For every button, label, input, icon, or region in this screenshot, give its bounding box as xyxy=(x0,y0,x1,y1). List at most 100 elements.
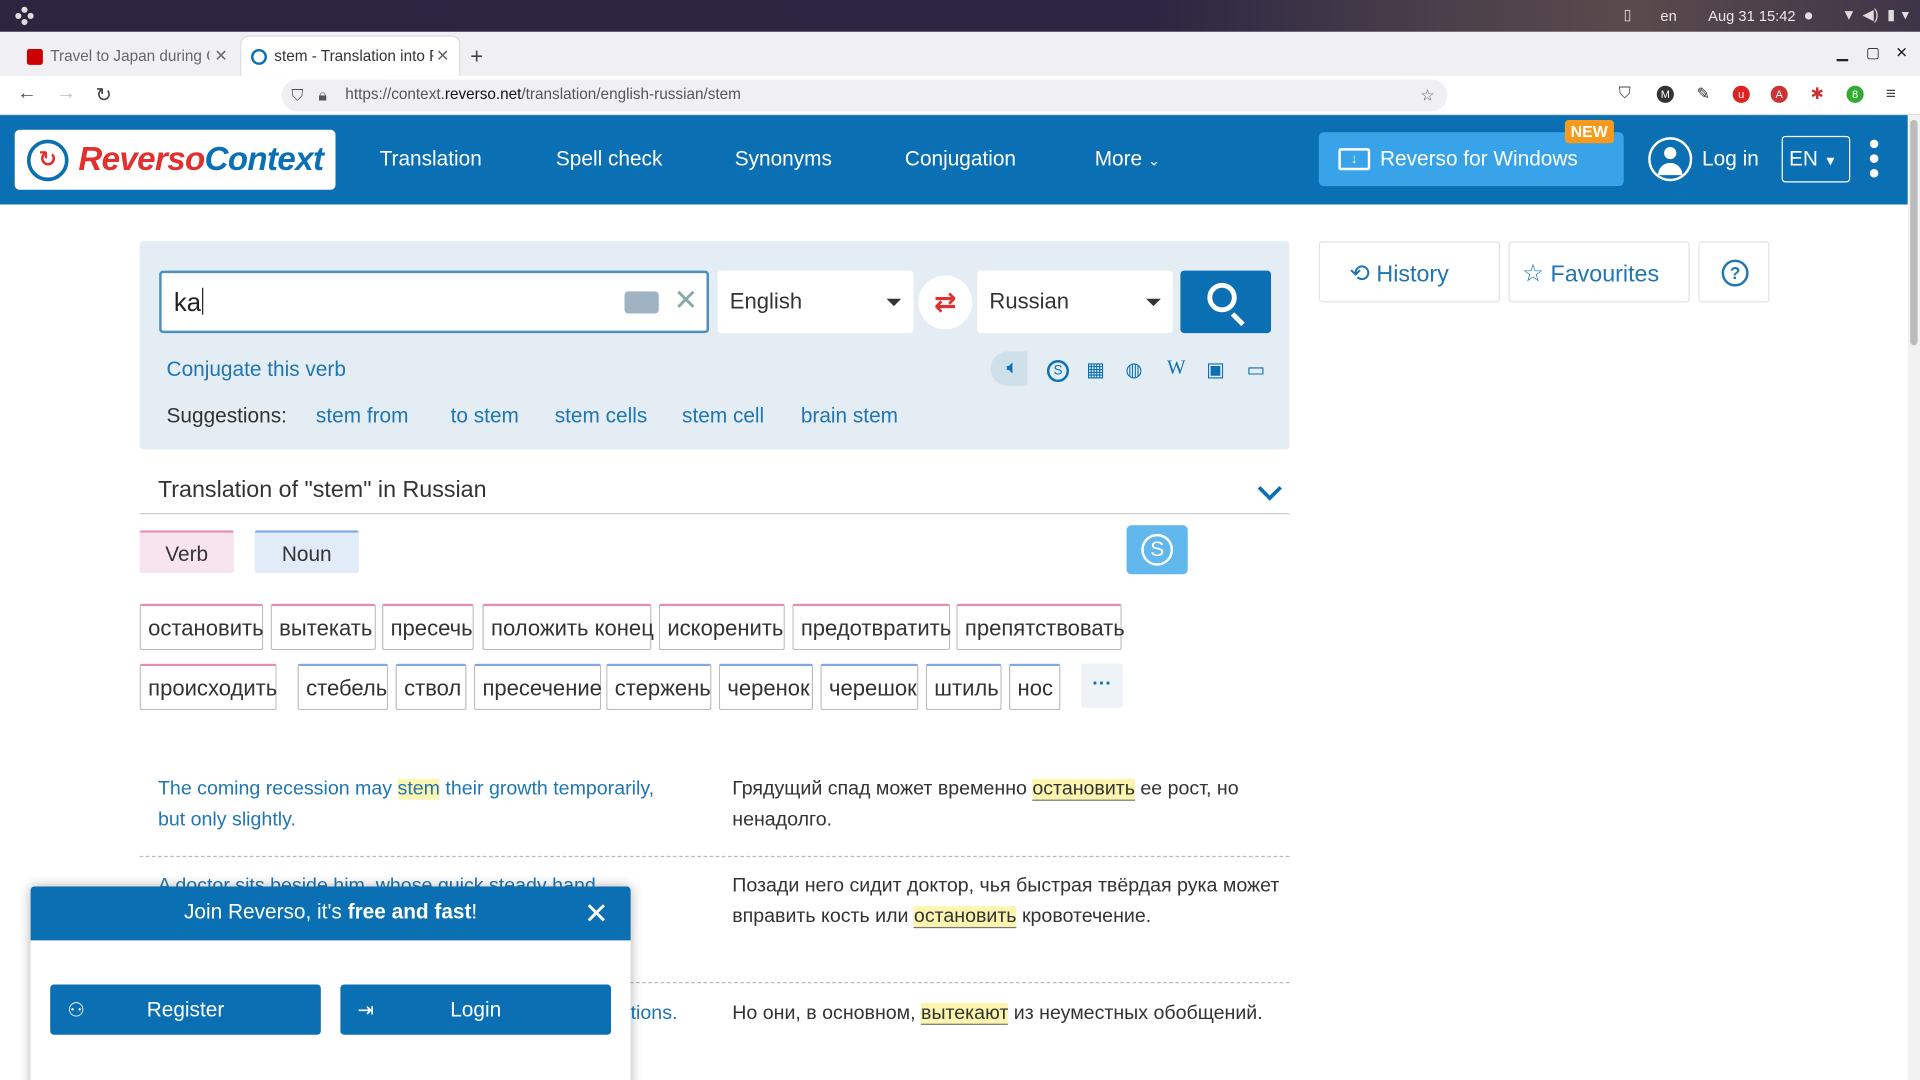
skype-s-icon[interactable]: S xyxy=(1046,360,1069,383)
tab-reverso-stem[interactable]: stem - Translation into R ✕ xyxy=(241,36,460,76)
translation-chip[interactable]: искоренить xyxy=(658,603,785,651)
example-target: Но они, в основном, вытекают из неуместн… xyxy=(732,1002,1263,1025)
reverso-favicon-icon xyxy=(251,48,267,65)
battery-icon[interactable]: ▮ xyxy=(1887,6,1895,23)
example-target: Грядущий спад может временно остановить … xyxy=(732,778,1239,830)
nav-more[interactable]: More ⌄ xyxy=(1095,147,1161,171)
power-menu-icon[interactable]: ▾ xyxy=(1902,6,1909,23)
os-top-bar: ▯ en Aug 31 15:42 ▼ ◀) ▮ ▾ xyxy=(0,0,1920,32)
translation-chip[interactable]: происходить xyxy=(139,663,277,711)
pocket-icon[interactable]: ⛉ xyxy=(1619,83,1631,103)
back-icon[interactable]: ← xyxy=(17,83,37,105)
pos-filter-verb[interactable]: Verb xyxy=(139,530,234,574)
new-tab-icon[interactable]: + xyxy=(470,44,483,70)
more-options-icon[interactable] xyxy=(1869,139,1880,184)
translation-chip[interactable]: предотвратить xyxy=(792,603,951,651)
maximize-icon[interactable]: ▢ xyxy=(1866,44,1880,61)
apps-menu-icon[interactable] xyxy=(15,6,35,26)
nav-synonyms[interactable]: Synonyms xyxy=(735,147,832,171)
wikipedia-icon[interactable]: W xyxy=(1167,358,1186,380)
nav-spell-check[interactable]: Spell check xyxy=(556,147,662,171)
translation-chip[interactable]: вытекать xyxy=(270,603,376,651)
app-menu-icon[interactable]: ≡ xyxy=(1886,83,1896,103)
extension-ublock-icon[interactable]: u xyxy=(1732,85,1750,103)
lock-icon[interactable]: 🔒︎ xyxy=(318,86,326,106)
translation-chip[interactable]: стержень xyxy=(606,663,712,711)
favourites-button[interactable]: ☆ Favourites xyxy=(1508,241,1690,303)
extension-green-icon[interactable]: 8 xyxy=(1846,85,1864,103)
login-button[interactable]: Log in xyxy=(1648,137,1759,182)
forward-icon[interactable]: → xyxy=(56,83,76,105)
keyboard-icon[interactable] xyxy=(624,291,659,314)
collapse-chevron-icon[interactable] xyxy=(1257,476,1282,501)
reload-icon[interactable]: ↻ xyxy=(96,83,112,107)
extension-m-icon[interactable]: M xyxy=(1656,85,1674,103)
speaker-icon[interactable]: 🔈︎ xyxy=(1007,358,1019,380)
register-label: Register xyxy=(146,997,225,1022)
clear-input-icon[interactable]: ✕ xyxy=(673,283,698,319)
clock[interactable]: Aug 31 15:42 xyxy=(1708,7,1795,24)
keyboard-layout[interactable]: en xyxy=(1660,7,1676,24)
wifi-icon[interactable]: ▼ xyxy=(1842,6,1857,23)
translation-chip[interactable]: пресечение xyxy=(473,663,602,711)
help-button[interactable]: ? xyxy=(1698,241,1770,303)
bookmark-star-icon[interactable]: ☆ xyxy=(1420,86,1434,106)
suggestion-link[interactable]: stem cells xyxy=(555,404,648,428)
address-bar[interactable]: ⛉ 🔒︎ https://context.reverso.net/transla… xyxy=(281,79,1448,112)
suggestion-link[interactable]: brain stem xyxy=(801,404,898,428)
caret-down-icon: ▼ xyxy=(1823,154,1838,169)
suggestion-link[interactable]: stem cell xyxy=(682,404,764,428)
skype-button[interactable]: S xyxy=(1126,525,1188,575)
shield-icon[interactable]: ⛉ xyxy=(291,86,303,106)
dictionary-book-icon[interactable]: ▭ xyxy=(1247,358,1266,382)
target-language-select[interactable]: Russian xyxy=(977,270,1174,334)
translation-chip[interactable]: стебель xyxy=(297,663,389,711)
popup-login-button[interactable]: ⇥ Login xyxy=(340,984,612,1035)
search-button[interactable] xyxy=(1180,270,1272,334)
volume-icon[interactable]: ◀) xyxy=(1862,6,1878,23)
close-tab-icon[interactable]: ✕ xyxy=(214,47,227,67)
translation-chip[interactable]: остановить xyxy=(139,603,264,651)
conjugate-verb-link[interactable]: Conjugate this verb xyxy=(167,358,346,382)
search-panel: ka ✕ English ⇄ Russian Conjugate this ve… xyxy=(139,241,1290,450)
register-button[interactable]: ⚇ Register xyxy=(50,984,321,1035)
translation-chip[interactable]: нос xyxy=(1008,663,1061,711)
reverso-for-windows-button[interactable]: ↓ Reverso for Windows NEW xyxy=(1318,120,1624,187)
page-scrollbar[interactable] xyxy=(1907,115,1920,1080)
pos-filter-noun[interactable]: Noun xyxy=(254,530,359,574)
more-translations-button[interactable]: ··· xyxy=(1081,663,1123,708)
nav-conjugation[interactable]: Conjugation xyxy=(905,147,1016,171)
language-select[interactable]: EN ▼ xyxy=(1781,135,1851,183)
translation-chip[interactable]: препятствовать xyxy=(956,603,1125,651)
nav-translation[interactable]: Translation xyxy=(380,147,482,171)
close-tab-icon[interactable]: ✕ xyxy=(436,47,449,67)
search-input[interactable]: ka ✕ xyxy=(159,270,709,334)
translation-chip[interactable]: положить конец xyxy=(482,603,654,651)
translation-chip[interactable]: пресечь xyxy=(382,603,474,651)
tab-strip: Travel to Japan during C ✕ stem - Transl… xyxy=(0,31,1920,76)
translation-chip[interactable]: черешок xyxy=(820,663,919,711)
extension-abp-icon[interactable]: A xyxy=(1770,85,1788,103)
mic-icon[interactable]: ▯ xyxy=(1624,6,1632,23)
suggestion-link[interactable]: stem from xyxy=(316,404,409,428)
history-button[interactable]: ⟲ History xyxy=(1318,241,1501,303)
image-icon[interactable]: ▣ xyxy=(1206,358,1225,382)
globe-icon[interactable]: ◍ xyxy=(1125,358,1142,382)
translation-chip[interactable]: черенок xyxy=(718,663,814,711)
search-icon xyxy=(1207,282,1237,313)
extension-feather-icon[interactable]: ✎ xyxy=(1694,85,1712,103)
close-popup-icon[interactable]: ✕ xyxy=(584,896,609,932)
close-window-icon[interactable]: ✕ xyxy=(1896,44,1908,61)
minimize-icon[interactable]: ▁ xyxy=(1837,44,1848,61)
navigation-bar: ← → ↻ ⛉ 🔒︎ https://context.reverso.net/t… xyxy=(0,75,1920,116)
extension-puzzle-icon[interactable]: ✱ xyxy=(1808,85,1826,103)
tab-travel-japan[interactable]: Travel to Japan during C ✕ xyxy=(17,37,237,76)
source-language-select[interactable]: English xyxy=(717,270,914,334)
suggestion-link[interactable]: to stem xyxy=(451,404,519,428)
swap-languages-icon[interactable]: ⇄ xyxy=(918,275,973,330)
reverso-logo[interactable]: ↻ ReversoContext xyxy=(14,129,336,190)
user-avatar-icon xyxy=(1648,137,1693,182)
translation-chip[interactable]: штиль xyxy=(925,663,1002,711)
translation-chip[interactable]: ствол xyxy=(395,663,467,711)
table-icon[interactable]: ▦ xyxy=(1086,358,1105,382)
